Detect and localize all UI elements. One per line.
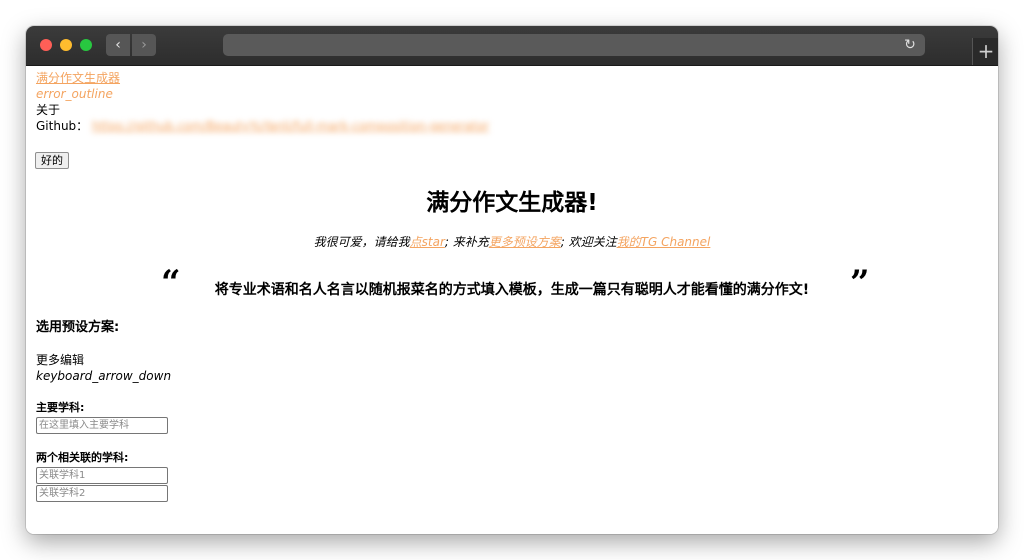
forward-button[interactable]: ›: [132, 34, 156, 56]
chevron-right-icon: ›: [141, 37, 147, 53]
zoom-window-button[interactable]: [80, 39, 92, 51]
back-button[interactable]: ‹: [106, 34, 130, 56]
star-link[interactable]: 点star: [410, 235, 445, 249]
browser-window: ‹ › ↻ + 满分作文生成器 error_outline 关于 Github：: [26, 26, 998, 534]
address-bar[interactable]: ↻: [223, 34, 925, 56]
close-quote-icon: ”: [850, 263, 870, 303]
plus-icon: +: [977, 39, 995, 63]
subtitle-text-1: 我很可爱，请给我: [313, 235, 410, 249]
subtitle-text-2: ; 来补充: [444, 235, 489, 249]
github-link[interactable]: https://github.com/BeautyYuYanli/full-ma…: [92, 119, 489, 133]
top-info-block: 满分作文生成器 error_outline 关于 Github： https:/…: [36, 70, 489, 134]
github-row: Github： https://github.com/BeautyYuYanli…: [36, 118, 489, 134]
github-label: Github：: [36, 119, 89, 133]
main-subject-label: 主要学科:: [36, 401, 85, 414]
page-title: 满分作文生成器!: [426, 190, 598, 216]
more-edit-toggle[interactable]: 更多编辑: [36, 352, 84, 368]
main-subject-input[interactable]: [36, 417, 168, 434]
keyboard-arrow-down-icon[interactable]: keyboard_arrow_down: [36, 368, 171, 384]
subtitle: 我很可爱，请给我点star; 来补充更多预设方案; 欢迎关注我的TG Chann…: [26, 234, 998, 250]
chevron-left-icon: ‹: [115, 37, 121, 53]
about-label: 关于: [36, 103, 61, 117]
minimize-window-button[interactable]: [60, 39, 72, 51]
tg-channel-link[interactable]: 我的TG Channel: [617, 235, 711, 249]
screen: ‹ › ↻ + 满分作文生成器 error_outline 关于 Github：: [0, 0, 1024, 560]
preset-heading: 选用预设方案:: [36, 320, 120, 335]
close-window-button[interactable]: [40, 39, 52, 51]
new-tab-button[interactable]: +: [972, 38, 998, 65]
subtitle-text-3: ; 欢迎关注: [560, 235, 617, 249]
page-content: 满分作文生成器 error_outline 关于 Github： https:/…: [26, 66, 998, 534]
error-outline-icon: error_outline: [36, 87, 113, 101]
app-link[interactable]: 满分作文生成器: [36, 71, 120, 85]
browser-toolbar: ‹ › ↻ +: [26, 26, 998, 66]
reload-icon[interactable]: ↻: [901, 36, 919, 54]
ok-button[interactable]: 好的: [35, 152, 69, 169]
related-subjects-label: 两个相关联的学科:: [36, 451, 129, 464]
related-subject-1-input[interactable]: [36, 467, 168, 484]
more-presets-link[interactable]: 更多预设方案: [489, 235, 561, 249]
related-subject-2-input[interactable]: [36, 485, 168, 502]
